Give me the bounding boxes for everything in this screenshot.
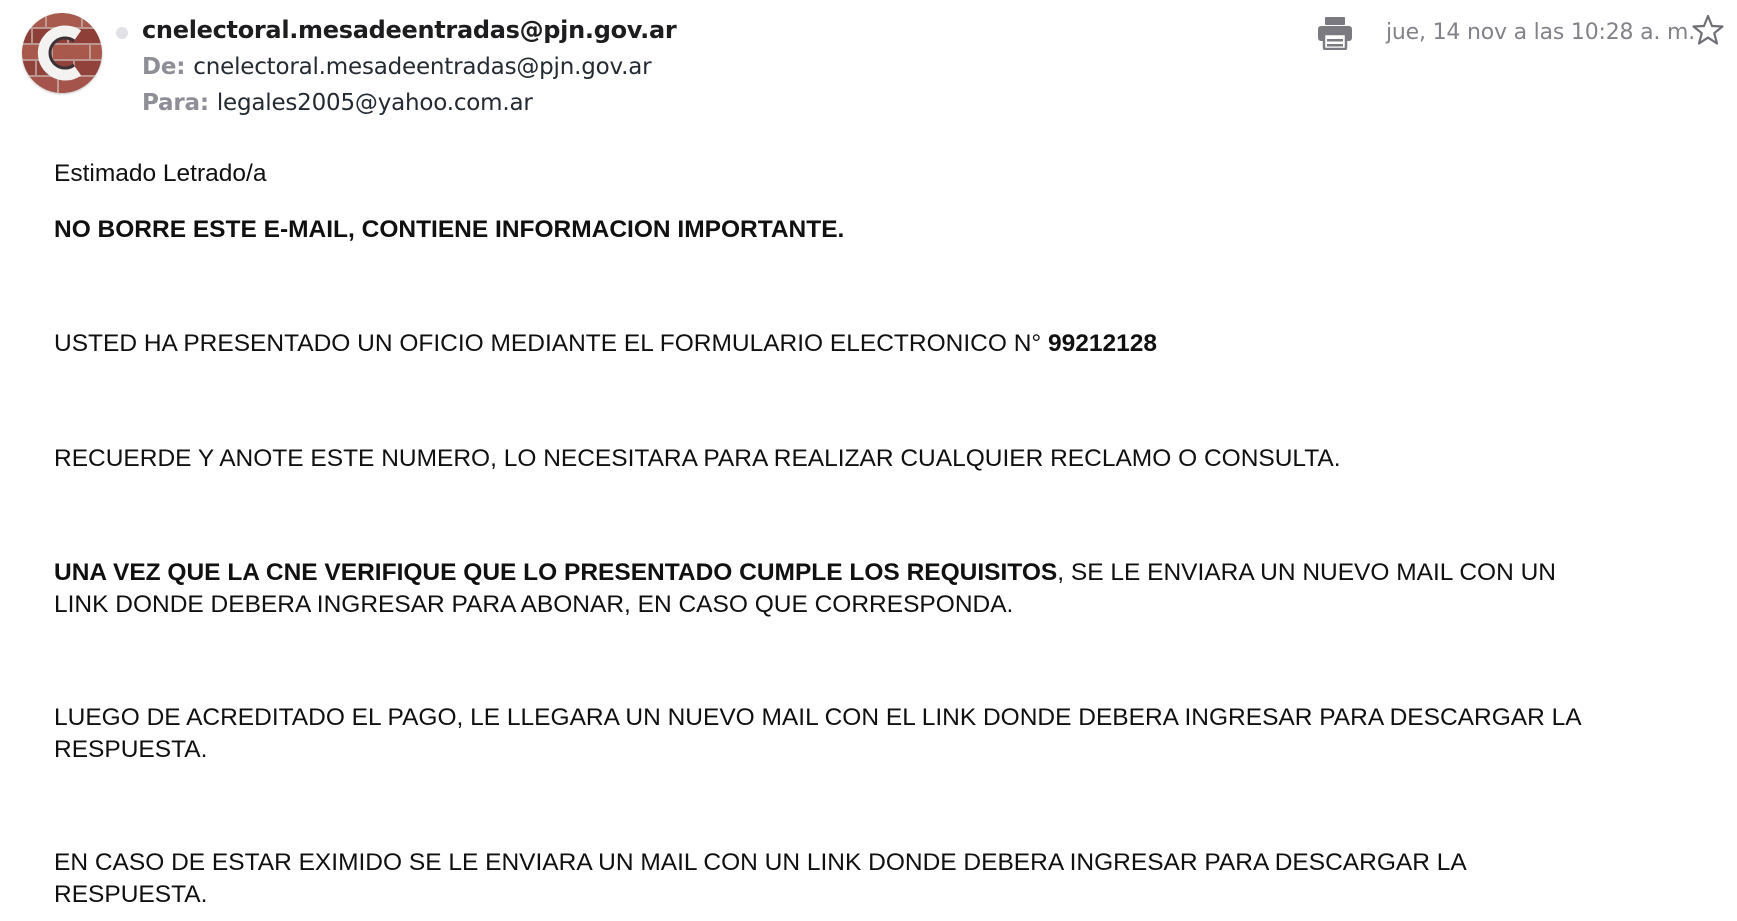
form-text: USTED HA PRESENTADO UN OFICIO MEDIANTE E… — [54, 330, 1048, 357]
form-paragraph: USTED HA PRESENTADO UN OFICIO MEDIANTE E… — [54, 328, 1694, 360]
greeting: Estimado Letrado/a — [54, 160, 267, 187]
verify-paragraph: UNA VEZ QUE LA CNE VERIFIQUE QUE LO PRES… — [54, 557, 1694, 621]
exempt-line2: RESPUESTA. — [54, 881, 208, 908]
email-date: jue, 14 nov a las 10:28 a. m. — [1386, 20, 1695, 45]
star-icon[interactable] — [1691, 13, 1725, 47]
print-icon[interactable] — [1317, 16, 1353, 51]
verify-rest-line2: LINK DONDE DEBERA INGRESAR PARA ABONAR, … — [54, 591, 1014, 618]
warning-text: NO BORRE ESTE E-MAIL, CONTIENE INFORMACI… — [54, 216, 845, 243]
to-address[interactable]: legales2005@yahoo.com.ar — [217, 90, 533, 116]
verify-bold-text: UNA VEZ QUE LA CNE VERIFIQUE QUE LO PRES… — [54, 559, 1058, 586]
payment-paragraph: LUEGO DE ACREDITADO EL PAGO, LE LLEGARA … — [54, 702, 1694, 766]
reminder-text: RECUERDE Y ANOTE ESTE NUMERO, LO NECESIT… — [54, 445, 1341, 472]
exempt-paragraph: EN CASO DE ESTAR EXIMIDO SE LE ENVIARA U… — [54, 847, 1694, 911]
from-label: De: — [142, 54, 186, 80]
sender-name[interactable]: cnelectoral.mesadeentradas@pjn.gov.ar — [142, 16, 677, 44]
from-address[interactable]: cnelectoral.mesadeentradas@pjn.gov.ar — [193, 54, 651, 80]
exempt-line1: EN CASO DE ESTAR EXIMIDO SE LE ENVIARA U… — [54, 849, 1467, 876]
payment-line1: LUEGO DE ACREDITADO EL PAGO, LE LLEGARA … — [54, 704, 1582, 731]
verify-rest-text: , SE LE ENVIARA UN NUEVO MAIL CON UN — [1057, 559, 1556, 586]
from-line: De: cnelectoral.mesadeentradas@pjn.gov.ar — [142, 54, 652, 80]
form-number: 99212128 — [1048, 330, 1158, 357]
to-line: Para: legales2005@yahoo.com.ar — [142, 90, 533, 116]
to-label: Para: — [142, 90, 209, 116]
sender-avatar[interactable] — [22, 13, 102, 93]
payment-line2: RESPUESTA. — [54, 736, 208, 763]
email-header: cnelectoral.mesadeentradas@pjn.gov.ar De… — [0, 0, 1737, 120]
presence-dot-icon — [116, 27, 128, 39]
